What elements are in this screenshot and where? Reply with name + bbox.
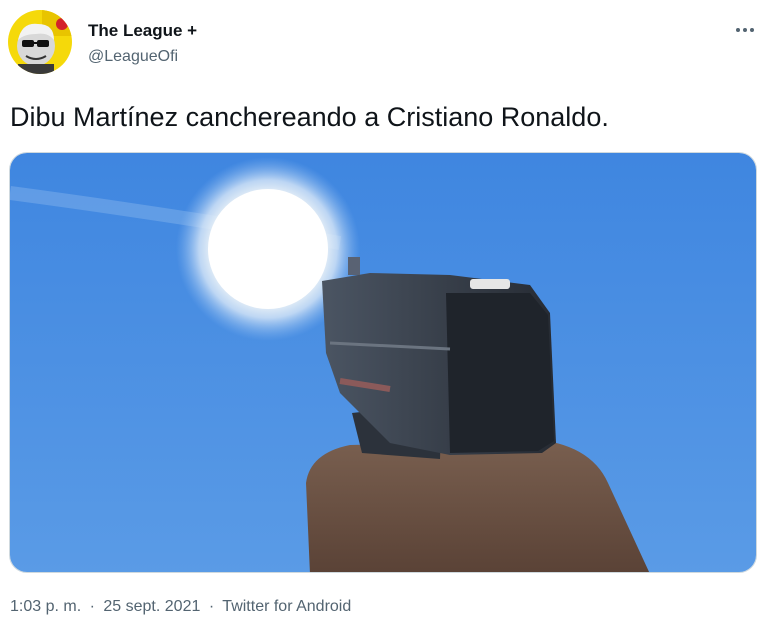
more-options-icon — [736, 28, 740, 32]
tweet-metadata: 1:03 p. m. · 25 sept. 2021 · Twitter for… — [10, 597, 351, 617]
meta-separator: · — [89, 598, 95, 615]
tweet-time[interactable]: 1:03 p. m. — [10, 598, 81, 615]
more-options-button[interactable] — [732, 22, 758, 38]
tweet-text: Dibu Martínez canchereando a Cristiano R… — [10, 102, 609, 132]
tweet-card: The League + @LeagueOfi Dibu Martínez ca… — [0, 0, 768, 630]
tweet-author[interactable]: The League + @LeagueOfi — [88, 20, 197, 67]
more-options-icon — [750, 28, 754, 32]
meta-separator: · — [208, 598, 215, 615]
author-display-name[interactable]: The League + — [88, 20, 197, 42]
photo-pistol-sun — [10, 153, 756, 572]
more-options-icon — [743, 28, 747, 32]
author-avatar[interactable] — [8, 10, 72, 74]
tweet-source[interactable]: Twitter for Android — [222, 598, 351, 615]
tweet-date[interactable]: 25 sept. 2021 — [103, 598, 200, 615]
author-handle[interactable]: @LeagueOfi — [88, 46, 197, 67]
avatar-cartoon-icon — [8, 10, 72, 74]
tweet-media-photo[interactable] — [9, 152, 757, 573]
